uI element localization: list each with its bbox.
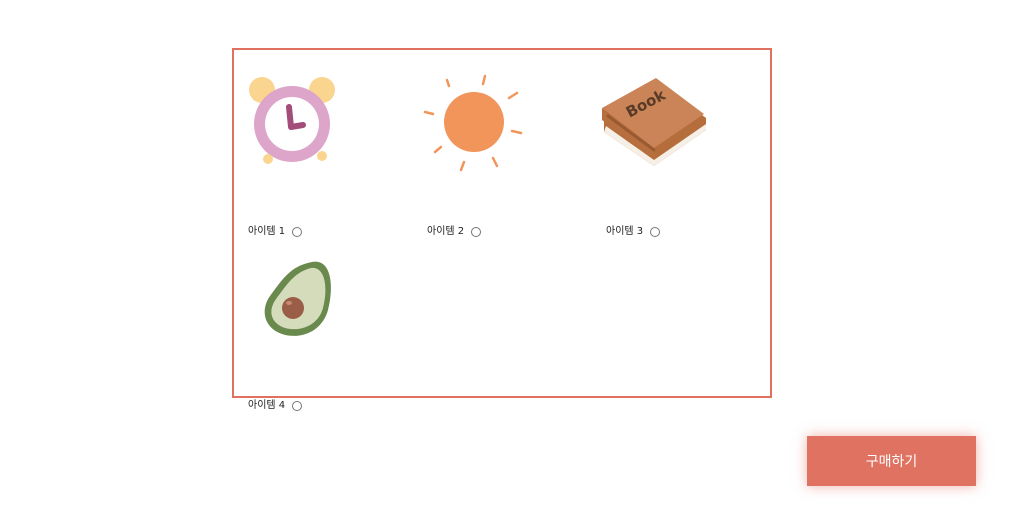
item-card-3[interactable]: Book 아이템 3 bbox=[598, 74, 768, 244]
item-radio-2[interactable] bbox=[471, 227, 482, 237]
avocado-icon bbox=[264, 261, 331, 336]
sun-icon bbox=[423, 74, 523, 172]
item-radio-3[interactable] bbox=[650, 227, 661, 237]
item-label-4: 아이템 4 bbox=[248, 400, 286, 411]
item-radio-1[interactable] bbox=[292, 227, 303, 237]
item-card-1[interactable]: 아이템 1 bbox=[240, 74, 410, 244]
item-panel: 아이템 1 아이템 2 Book 아이템 3 아이템 4 bbox=[232, 48, 772, 411]
item-card-2[interactable]: 아이템 2 bbox=[419, 74, 589, 244]
book-icon: Book bbox=[602, 78, 706, 166]
item-card-4[interactable]: 아이템 4 bbox=[240, 248, 410, 418]
item-label-2: 아이템 2 bbox=[427, 226, 465, 237]
item-label-1: 아이템 1 bbox=[248, 226, 286, 237]
buy-button[interactable]: 구매하기 bbox=[807, 436, 976, 486]
alarm-clock-icon bbox=[249, 77, 335, 164]
item-label-3: 아이템 3 bbox=[606, 226, 644, 237]
item-radio-4[interactable] bbox=[292, 401, 303, 411]
